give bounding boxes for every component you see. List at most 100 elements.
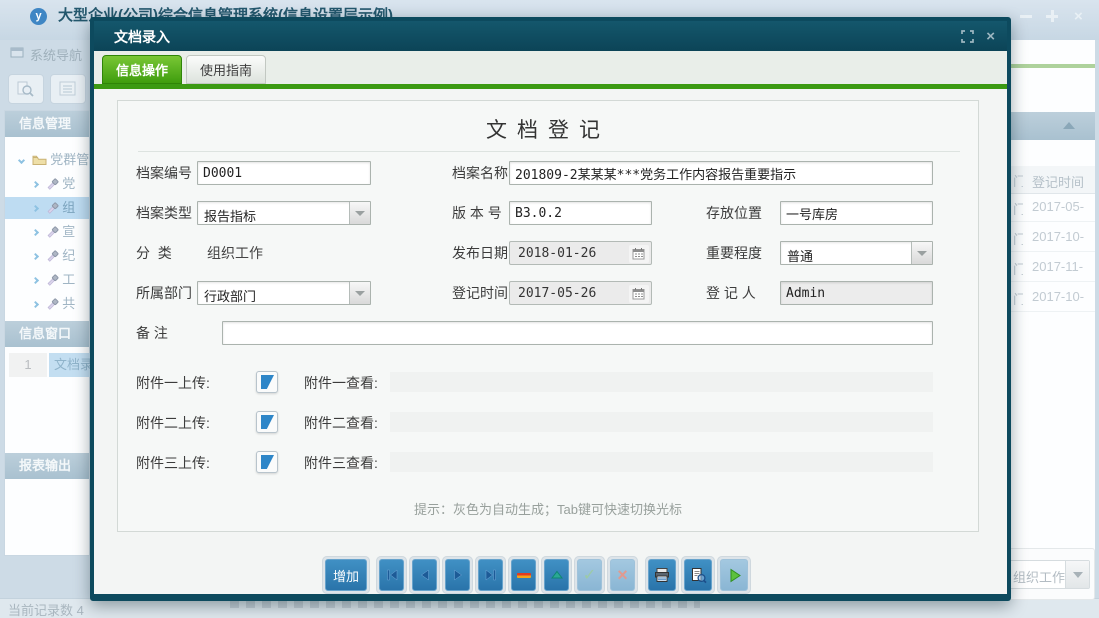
add-button[interactable]: 增加 — [325, 559, 367, 591]
next-record-button[interactable] — [445, 559, 470, 591]
tree-item[interactable]: 宣 — [5, 221, 89, 243]
calendar-icon[interactable] — [629, 285, 649, 303]
calendar-icon[interactable] — [629, 245, 649, 263]
last-record-button[interactable] — [478, 559, 503, 591]
upload-icon — [261, 375, 274, 389]
attachment1-view-strip[interactable] — [390, 372, 933, 392]
column-header-partial: 门 — [1013, 171, 1023, 190]
chevron-down-icon — [355, 211, 365, 216]
tab-user-guide[interactable]: 使用指南 — [186, 55, 266, 84]
table-header-row: 门 登记时间 — [1011, 166, 1095, 194]
attachment2-upload-button[interactable] — [256, 411, 278, 433]
panel-header-info-window[interactable]: 信息窗口 — [5, 321, 89, 347]
attachment2-view-strip[interactable] — [390, 412, 933, 432]
search-button[interactable] — [8, 74, 44, 104]
archive-no-label: 档案编号 — [136, 161, 192, 185]
play-icon — [726, 567, 743, 584]
panel-header-info-mgmt[interactable]: 信息管理 — [5, 111, 89, 137]
list-button[interactable] — [50, 74, 86, 104]
cell-date: 2017-11- — [1032, 259, 1083, 274]
prev-record-button[interactable] — [412, 559, 437, 591]
cell-date: 2017-05- — [1032, 199, 1084, 214]
next-record-bezel — [442, 556, 473, 594]
sidebar: 信息管理 党群管 党 组 宣 纪 工 — [4, 110, 90, 556]
info-window-item-label[interactable]: 文档录 — [49, 353, 91, 377]
dropdown-arrow-button[interactable] — [349, 282, 370, 304]
location-input[interactable] — [780, 201, 933, 225]
department-select[interactable]: 行政部门 — [197, 281, 371, 305]
bg-close-button[interactable]: × — [1074, 9, 1083, 25]
info-window-area: 1 文档录 — [5, 347, 89, 453]
tool-icon — [46, 201, 59, 214]
triangle-up-icon — [549, 567, 565, 583]
archive-type-label: 档案类型 — [136, 201, 192, 225]
minimize-icon — [1020, 15, 1032, 18]
tree-item[interactable]: 纪 — [5, 245, 89, 267]
importance-value: 普通 — [787, 246, 813, 265]
archive-type-select[interactable]: 报告指标 — [197, 201, 371, 225]
dialog-close-button[interactable]: × — [986, 29, 995, 44]
print-button[interactable] — [648, 559, 676, 591]
list-icon — [59, 80, 77, 98]
cell-partial: 门 — [1013, 199, 1023, 218]
dropdown-arrow-button[interactable] — [1065, 561, 1089, 588]
nav-tab-system[interactable]: 系统导航 — [30, 45, 82, 64]
archive-name-input[interactable] — [509, 161, 933, 185]
preview-icon — [690, 567, 707, 584]
table-row[interactable]: 门 2017-11- — [1011, 254, 1095, 282]
register-time-input[interactable]: 2017-05-26 — [509, 281, 652, 305]
tree-item[interactable]: 工 — [5, 269, 89, 291]
tool-icon — [46, 225, 59, 238]
dropdown-arrow-button[interactable] — [349, 202, 370, 224]
divider — [138, 151, 960, 152]
tree-item[interactable]: 共 — [5, 293, 89, 315]
confirm-button: ✓ — [577, 559, 602, 591]
hint-text: 提示：灰色为自动生成；Tab键可快速切换光标 — [118, 499, 978, 518]
delete-record-button[interactable] — [511, 559, 536, 591]
chevron-down-icon — [917, 251, 927, 256]
collapse-up-icon[interactable] — [1063, 122, 1075, 129]
version-label: 版 本 号 — [452, 201, 502, 225]
app-logo-icon: y — [30, 8, 47, 25]
tree-item-selected[interactable]: 组 — [5, 197, 89, 219]
tree-item[interactable]: 党 — [5, 173, 89, 195]
department-label: 所属部门 — [136, 281, 192, 305]
attachment3-upload-button[interactable] — [256, 451, 278, 473]
dropdown-arrow-button[interactable] — [911, 242, 932, 264]
remark-input[interactable] — [222, 321, 933, 345]
bg-restore-button[interactable] — [1046, 8, 1058, 22]
divider — [1011, 64, 1095, 68]
form-title: 文档登记 — [118, 114, 978, 144]
tab-info-operations[interactable]: 信息操作 — [102, 55, 182, 84]
preview-button[interactable] — [684, 559, 712, 591]
panel-header-report-output[interactable]: 报表输出 — [5, 453, 89, 479]
bg-minimize-button[interactable] — [1020, 8, 1032, 18]
run-button — [720, 559, 748, 591]
publish-date-value: 2018-01-26 — [518, 246, 596, 261]
cross-icon: × — [617, 565, 628, 586]
tree-item-label: 宣 — [62, 224, 75, 239]
delete-record-bezel — [508, 556, 539, 594]
tool-icon — [46, 297, 59, 310]
chevron-right-icon — [32, 277, 39, 284]
archive-type-value: 报告指标 — [204, 206, 256, 225]
first-record-button[interactable] — [379, 559, 404, 591]
chevron-right-icon — [32, 205, 39, 212]
table-row[interactable]: 门 2017-10- — [1011, 284, 1095, 312]
edit-record-button[interactable] — [544, 559, 569, 591]
restore-icon — [1046, 10, 1058, 22]
dialog-maximize-button[interactable] — [961, 30, 974, 43]
tree-root-item[interactable]: 党群管 — [5, 149, 89, 171]
version-input[interactable] — [509, 201, 652, 225]
register-time-value: 2017-05-26 — [518, 286, 596, 301]
archive-no-input[interactable] — [197, 161, 371, 185]
importance-select[interactable]: 普通 — [780, 241, 933, 265]
attachment1-upload-button[interactable] — [256, 371, 278, 393]
column-header-register-time[interactable]: 登记时间 — [1032, 172, 1084, 191]
publish-date-input[interactable]: 2018-01-26 — [509, 241, 652, 265]
dialog-title: 文档录入 — [114, 27, 170, 47]
attachment3-view-strip[interactable] — [390, 452, 933, 472]
table-row[interactable]: 门 2017-05- — [1011, 194, 1095, 222]
table-row[interactable]: 门 2017-10- — [1011, 224, 1095, 252]
check-icon: ✓ — [583, 565, 596, 585]
